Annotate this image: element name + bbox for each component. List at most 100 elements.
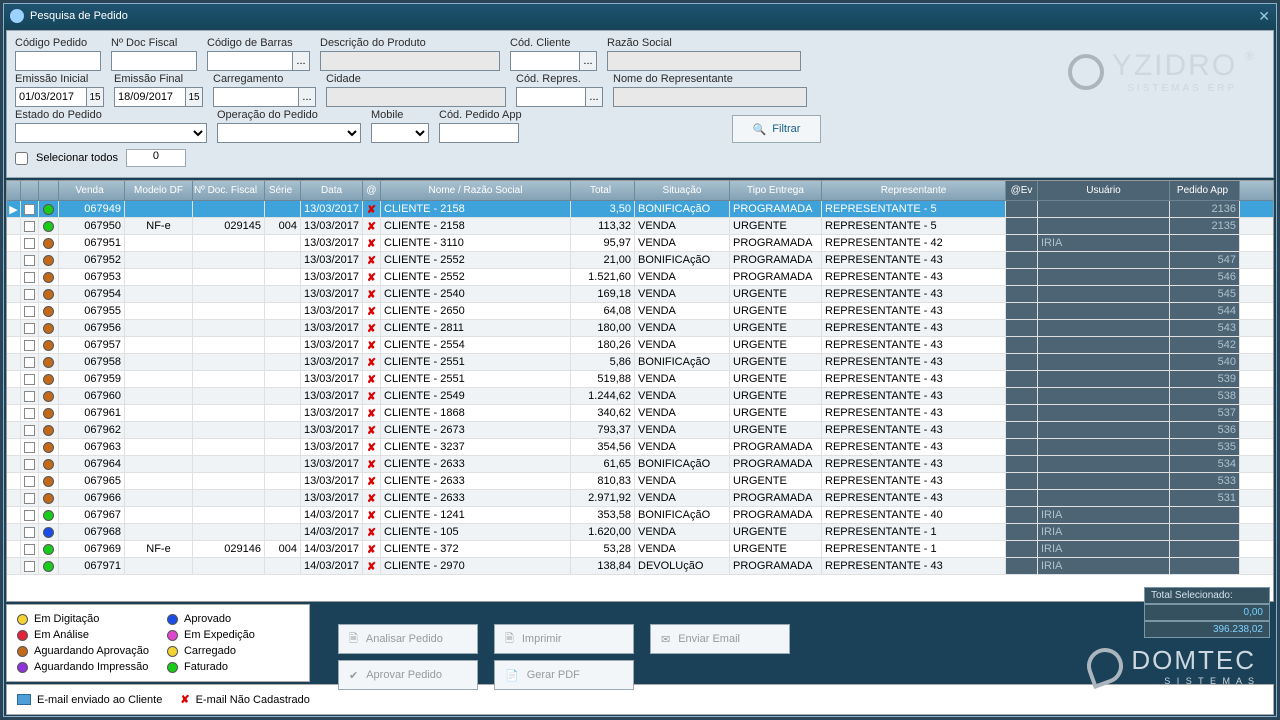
mail-icon: ✉	[661, 633, 670, 646]
table-row[interactable]: 06796814/03/2017✘CLIENTE - 1051.620,00VE…	[7, 524, 1273, 541]
search-icon: 🔍	[753, 123, 767, 136]
table-row[interactable]: 06797114/03/2017✘CLIENTE - 2970138,84DEV…	[7, 558, 1273, 575]
estado-ped-select[interactable]	[15, 123, 207, 143]
column-header[interactable]: Nº Doc. Fiscal	[193, 181, 265, 200]
emis-fim-input[interactable]	[114, 87, 186, 107]
grid-header: VendaModelo DFNº Doc. FiscalSérieData@No…	[7, 181, 1273, 201]
razao-input[interactable]	[607, 51, 801, 71]
cod-barras-input[interactable]	[207, 51, 293, 71]
label-cod-repres: Cód. Repres.	[516, 73, 603, 85]
table-row[interactable]: 06795713/03/2017✘CLIENTE - 2554180,26VEN…	[7, 337, 1273, 354]
table-row[interactable]: 06795213/03/2017✘CLIENTE - 255221,00BONI…	[7, 252, 1273, 269]
table-row[interactable]: 06796313/03/2017✘CLIENTE - 3237354,56VEN…	[7, 439, 1273, 456]
nome-rep-input[interactable]	[613, 87, 807, 107]
column-header[interactable]: Representante	[822, 181, 1006, 200]
column-header[interactable]: Tipo Entrega	[730, 181, 822, 200]
analisar-button[interactable]: 🗎Analisar Pedido	[338, 624, 478, 654]
cod-repres-input[interactable]	[516, 87, 586, 107]
table-row[interactable]: 067950NF-e02914500413/03/2017✘CLIENTE - …	[7, 218, 1273, 235]
selection-count: 0	[126, 149, 186, 167]
column-header[interactable]	[39, 181, 59, 200]
label-emis-fim: Emissão Final	[114, 73, 203, 85]
label-cidade: Cidade	[326, 73, 506, 85]
logo-icon	[1068, 54, 1104, 90]
table-row[interactable]: 06796213/03/2017✘CLIENTE - 2673793,37VEN…	[7, 422, 1273, 439]
brand-yzidro: YZIDROSISTEMAS ERP ®	[1068, 49, 1256, 94]
column-header[interactable]: Situação	[635, 181, 730, 200]
column-header[interactable]	[7, 181, 21, 200]
column-header[interactable]: Série	[265, 181, 301, 200]
mobile-select[interactable]	[371, 123, 429, 143]
label-cod-app: Cód. Pedido App	[439, 109, 522, 121]
status-legend: Em DigitaçãoAprovadoEm AnáliseEm Expediç…	[6, 604, 310, 682]
cod-app-input[interactable]	[439, 123, 519, 143]
cod-cliente-lookup[interactable]: ...	[579, 51, 597, 71]
close-icon[interactable]: ✕	[1258, 8, 1270, 25]
label-mobile: Mobile	[371, 109, 429, 121]
table-row[interactable]: 06795313/03/2017✘CLIENTE - 25521.521,60V…	[7, 269, 1273, 286]
column-header[interactable]: Modelo DF	[125, 181, 193, 200]
table-row[interactable]: 06795613/03/2017✘CLIENTE - 2811180,00VEN…	[7, 320, 1273, 337]
column-header[interactable]: @	[363, 181, 381, 200]
table-row[interactable]: 067969NF-e02914600414/03/2017✘CLIENTE - …	[7, 541, 1273, 558]
cod-repres-lookup[interactable]: ...	[585, 87, 603, 107]
table-row[interactable]: 06796413/03/2017✘CLIENTE - 263361,65BONI…	[7, 456, 1273, 473]
aprovar-button[interactable]: ✔Aprovar Pedido	[338, 660, 478, 690]
legend-item: Em Análise	[17, 629, 149, 641]
logo-icon	[1082, 642, 1128, 688]
label-desc-prod: Descrição do Produto	[320, 37, 500, 49]
label-oper-ped: Operação do Pedido	[217, 109, 361, 121]
table-row[interactable]: 06796113/03/2017✘CLIENTE - 1868340,62VEN…	[7, 405, 1273, 422]
grid-body[interactable]: ▶06794913/03/2017✘CLIENTE - 21583,50BONI…	[7, 201, 1273, 601]
legend-item: Em Expedição	[167, 629, 299, 641]
table-row[interactable]: 06795513/03/2017✘CLIENTE - 265064,08VEND…	[7, 303, 1273, 320]
column-header[interactable]: @Ev	[1006, 181, 1038, 200]
label-emis-ini: Emissão Inicial	[15, 73, 104, 85]
column-header[interactable]: Nome / Razão Social	[381, 181, 571, 200]
label-cod-pedido: Código Pedido	[15, 37, 101, 49]
table-row[interactable]: 06795113/03/2017✘CLIENTE - 311095,97VEND…	[7, 235, 1273, 252]
carreg-input[interactable]	[213, 87, 299, 107]
results-grid: VendaModelo DFNº Doc. FiscalSérieData@No…	[6, 180, 1274, 602]
emis-ini-input[interactable]	[15, 87, 87, 107]
cod-pedido-input[interactable]	[15, 51, 101, 71]
cidade-input[interactable]	[326, 87, 506, 107]
column-header[interactable]: Data	[301, 181, 363, 200]
table-row[interactable]: 06796714/03/2017✘CLIENTE - 1241353,58BON…	[7, 507, 1273, 524]
column-header[interactable]: Pedido App	[1170, 181, 1240, 200]
carreg-lookup[interactable]: ...	[298, 87, 316, 107]
mail-icon	[17, 694, 31, 705]
legend-item: Em Digitação	[17, 613, 149, 625]
label-estado-ped: Estado do Pedido	[15, 109, 207, 121]
legend-item: Carregado	[167, 645, 299, 657]
table-row[interactable]: 06795813/03/2017✘CLIENTE - 25515,86BONIF…	[7, 354, 1273, 371]
table-row[interactable]: ▶06794913/03/2017✘CLIENTE - 21583,50BONI…	[7, 201, 1273, 218]
table-row[interactable]: 06795413/03/2017✘CLIENTE - 2540169,18VEN…	[7, 286, 1273, 303]
legend-item: Aguardando Aprovação	[17, 645, 149, 657]
column-header[interactable]: Total	[571, 181, 635, 200]
column-header[interactable]: Venda	[59, 181, 125, 200]
check-icon: ✔	[349, 669, 358, 682]
filter-button[interactable]: 🔍Filtrar	[732, 115, 822, 143]
column-header[interactable]	[21, 181, 39, 200]
oper-ped-select[interactable]	[217, 123, 361, 143]
doc-fiscal-input[interactable]	[111, 51, 197, 71]
totals-panel: Total Selecionado: 0,00 396.238,02	[1144, 587, 1270, 638]
imprimir-button[interactable]: 🗎Imprimir	[494, 624, 634, 654]
table-row[interactable]: 06796613/03/2017✘CLIENTE - 26332.971,92V…	[7, 490, 1273, 507]
select-all-checkbox[interactable]	[15, 152, 28, 165]
desc-prod-input[interactable]	[320, 51, 500, 71]
cod-barras-lookup[interactable]: ...	[292, 51, 310, 71]
column-header[interactable]: Usuário	[1038, 181, 1170, 200]
email-button[interactable]: ✉Enviar Email	[650, 624, 790, 654]
cod-cliente-input[interactable]	[510, 51, 580, 71]
table-row[interactable]: 06796013/03/2017✘CLIENTE - 25491.244,62V…	[7, 388, 1273, 405]
pdf-button[interactable]: 📄Gerar PDF	[494, 660, 634, 690]
search-doc-icon: 🗎	[349, 630, 358, 649]
table-row[interactable]: 06795913/03/2017✘CLIENTE - 2551519,88VEN…	[7, 371, 1273, 388]
table-row[interactable]: 06796513/03/2017✘CLIENTE - 2633810,83VEN…	[7, 473, 1273, 490]
label-nome-rep: Nome do Representante	[613, 73, 807, 85]
legend-item: Aguardando Impressão	[17, 661, 149, 673]
calendar-icon[interactable]: 15	[185, 87, 203, 107]
calendar-icon[interactable]: 15	[86, 87, 104, 107]
